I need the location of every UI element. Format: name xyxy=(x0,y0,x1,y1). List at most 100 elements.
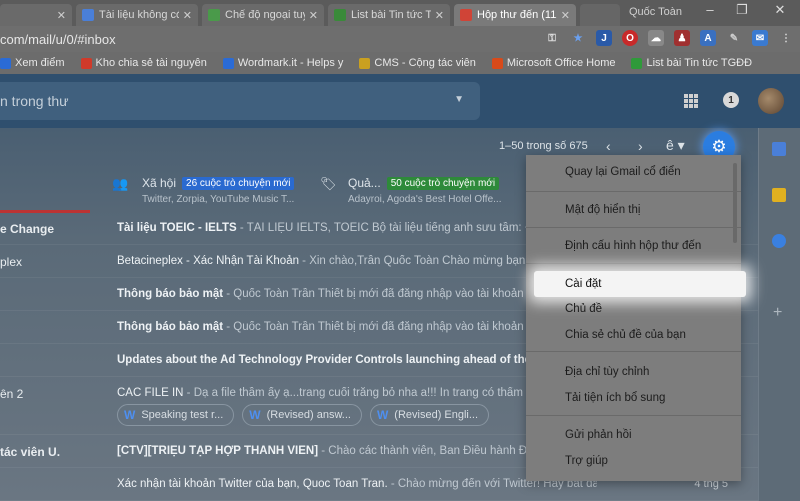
keep-icon[interactable] xyxy=(772,188,786,202)
menu-divider xyxy=(526,191,741,192)
profile-name[interactable]: Quốc Toàn xyxy=(629,6,682,18)
menu-divider xyxy=(526,227,741,228)
email-snippet: - Quốc Toàn Trần Thiết bị mới đã đăng nh… xyxy=(223,288,524,300)
close-tab-icon[interactable]: ✕ xyxy=(435,9,444,22)
email-subject: Updates about the Ad Technology Provider… xyxy=(117,354,527,366)
key-icon[interactable]: ⚿ xyxy=(544,30,560,46)
tab-social[interactable]: Xã hội 26 cuộc trò chuyện mới Twitter, Zo… xyxy=(142,176,295,205)
bookmark-icon xyxy=(80,57,92,69)
browser-tab[interactable]: List bài Tin tức TGĐ ✕ xyxy=(328,4,450,26)
bookmark-icon xyxy=(631,57,643,69)
search-input[interactable]: n trong thư xyxy=(0,93,69,109)
tab-title: Tài liệu không có tiê xyxy=(99,9,179,21)
star-icon[interactable]: ★ xyxy=(570,30,586,46)
add-addon-icon[interactable]: + xyxy=(773,304,782,322)
word-doc-icon: W xyxy=(124,408,136,422)
bookmark[interactable]: Wordmark.it - Helps y xyxy=(222,57,343,69)
menu-item-settings[interactable]: Cài đặt xyxy=(534,271,746,297)
attachment-chip[interactable]: W (Revised) answ... xyxy=(242,404,362,426)
email-snippet: - Quốc Toàn Trần Thiết bị mới đã đăng nh… xyxy=(223,321,524,333)
bookmark-icon xyxy=(491,57,503,69)
email-snippet: - Dạ a file thầm ấy ạ...trang cuối trắng… xyxy=(183,387,523,399)
email-sender: e Change xyxy=(0,222,55,236)
avatar[interactable] xyxy=(758,88,784,114)
bookmark[interactable]: Kho chia sẻ tài nguyên xyxy=(80,57,207,69)
bookmark-icon xyxy=(222,57,234,69)
search-box[interactable]: n trong thư ▼ xyxy=(0,82,480,120)
bookmark[interactable]: List bài Tin tức TGĐĐ xyxy=(631,57,752,69)
calendar-icon[interactable] xyxy=(772,142,786,156)
search-options-icon[interactable]: ▼ xyxy=(454,94,464,105)
offline-icon xyxy=(208,9,220,21)
apps-grid-icon[interactable] xyxy=(684,94,698,108)
tasks-icon[interactable] xyxy=(772,234,786,248)
browser-tab[interactable]: Tài liệu không có tiê ✕ xyxy=(76,4,198,26)
menu-item-configure-inbox[interactable]: Định cấu hình hộp thư đến xyxy=(526,233,741,259)
gear-icon: ⚙ xyxy=(711,137,727,156)
minimize-icon[interactable]: – xyxy=(700,2,720,17)
j-ext-icon[interactable]: J xyxy=(596,30,612,46)
category-tabs: 👥 Xã hội 26 cuộc trò chuyện mới Twitter, … xyxy=(0,164,540,213)
close-tab-icon[interactable]: ✕ xyxy=(183,9,192,22)
input-tools-button[interactable]: ê ▾ xyxy=(666,137,685,154)
email-snippet: - TÀI LIỆU IELTS, TOEIC Bộ tài liệu tiến… xyxy=(236,222,527,234)
url-text[interactable]: com/mail/u/0/#inbox xyxy=(0,32,116,47)
maximize-icon[interactable]: ❐ xyxy=(732,2,752,18)
menu-item-themes[interactable]: Chủ đề xyxy=(526,296,741,322)
notification-badge[interactable]: 1 xyxy=(723,92,739,108)
menu-item-send-feedback[interactable]: Gửi phản hồi xyxy=(526,422,741,448)
email-sender: ên 2 xyxy=(0,387,24,401)
attachment-chips: W Speaking test r... W (Revised) answ... W… xyxy=(117,404,490,426)
attachment-chip[interactable]: W (Revised) Engli... xyxy=(369,404,490,426)
sheets-icon xyxy=(334,9,346,21)
settings-menu: Quay lại Gmail cổ điển Mật độ hiển thị Đ… xyxy=(526,155,746,481)
menu-item-classic-gmail[interactable]: Quay lại Gmail cổ điển xyxy=(526,159,741,185)
menu-icon[interactable]: ⋮ xyxy=(778,30,794,46)
pen-ext-icon[interactable]: ✎ xyxy=(726,30,742,46)
menu-item-help[interactable]: Trợ giúp xyxy=(526,448,741,474)
menu-item-share-theme[interactable]: Chia sẻ chủ đề của bạn xyxy=(526,322,741,348)
people-icon: 👥 xyxy=(112,176,129,191)
bookmark-icon xyxy=(0,57,11,69)
bookmark[interactable]: Microsoft Office Home xyxy=(491,57,615,69)
category-name: Quả... xyxy=(348,176,381,190)
browser-tab-active[interactable]: Hộp thư đến (112) ✕ xyxy=(454,4,576,26)
word-doc-icon: W xyxy=(249,408,261,422)
address-bar[interactable]: com/mail/u/0/#inbox ⚿ ★ J O ☁ ♟ A ✎ ✉ ⋮ xyxy=(0,26,800,52)
new-tab-button[interactable] xyxy=(580,4,620,26)
bookmarks-bar: Xem điểm Kho chia sẻ tài nguyên Wordmark… xyxy=(0,52,800,74)
gmail-header: n trong thư ▼ 1 xyxy=(0,74,800,128)
email-snippet: - Chào các thành viên, Ban Điều hành Độ xyxy=(318,445,527,457)
tab-title: List bài Tin tức TGĐ xyxy=(351,9,431,21)
browser-tab[interactable]: ✕ xyxy=(0,4,72,26)
prev-page-icon[interactable]: ‹ xyxy=(606,138,611,154)
bookmark[interactable]: CMS - Cộng tác viên xyxy=(359,57,476,69)
next-page-icon[interactable]: › xyxy=(638,138,643,154)
attachment-chip[interactable]: W Speaking test r... xyxy=(117,404,235,426)
menu-divider xyxy=(526,415,741,416)
email-subject: [CTV][TRIỆU TẬP HỢP THÀNH VIÊN] xyxy=(117,445,319,457)
bookmark[interactable]: Xem điểm xyxy=(0,57,65,69)
category-senders: Twitter, Zorpia, YouTube Music T... xyxy=(142,194,295,205)
opera-ext-icon[interactable]: O xyxy=(622,30,638,46)
tab-promotions[interactable]: Quả... 50 cuộc trò chuyện mới Adayroi, Ag… xyxy=(348,176,501,205)
attachment-name: (Revised) Engli... xyxy=(394,409,479,421)
close-tab-icon[interactable]: ✕ xyxy=(561,9,570,22)
category-senders: Adayroi, Agoda's Best Hotel Offe... xyxy=(348,194,502,205)
cloud-ext-icon[interactable]: ☁ xyxy=(648,30,664,46)
close-tab-icon[interactable]: ✕ xyxy=(309,9,318,22)
menu-item-get-addons[interactable]: Tải tiện ích bổ sung xyxy=(526,385,741,411)
translate-ext-icon[interactable]: A xyxy=(700,30,716,46)
mail-ext-icon[interactable]: ✉ xyxy=(752,30,768,46)
user-ext-icon[interactable]: ♟ xyxy=(674,30,690,46)
email-subject: Betacineplex - Xác Nhận Tài Khoản xyxy=(117,255,299,267)
new-count-badge: 50 cuộc trò chuyện mới xyxy=(386,176,500,190)
pagination-text: 1–50 trong số 675 xyxy=(499,140,588,152)
word-doc-icon: W xyxy=(376,408,389,422)
close-tab-icon[interactable]: ✕ xyxy=(57,9,66,22)
menu-item-display-density[interactable]: Mật độ hiển thị xyxy=(526,197,741,223)
close-window-icon[interactable]: ✕ xyxy=(770,2,790,18)
menu-item-custom-address[interactable]: Địa chỉ tùy chỉnh xyxy=(526,359,741,385)
attachment-name: (Revised) answ... xyxy=(266,409,351,421)
browser-tab[interactable]: Chế độ ngoại tuyến ✕ xyxy=(202,4,324,26)
